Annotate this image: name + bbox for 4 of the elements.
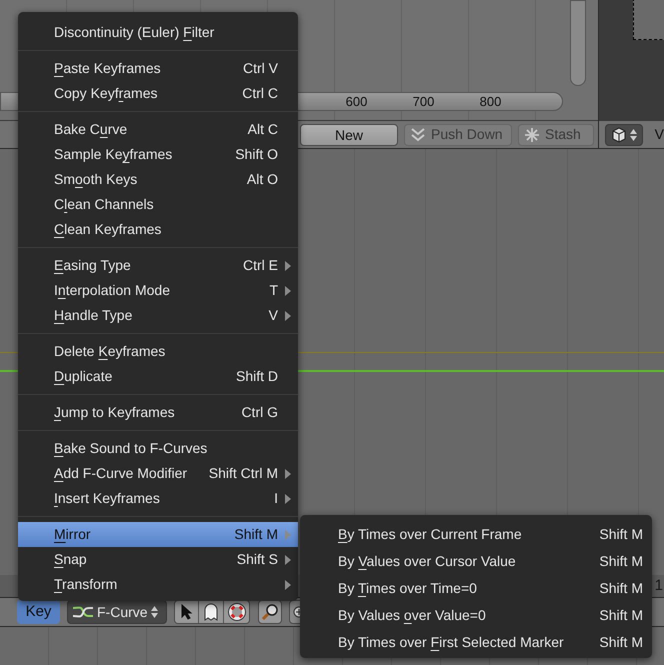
ruler-label: 600 <box>344 93 368 110</box>
ruler-label: 700 <box>412 93 436 110</box>
ruler-label: 800 <box>478 93 502 110</box>
ruler-label: 1 <box>654 576 664 596</box>
